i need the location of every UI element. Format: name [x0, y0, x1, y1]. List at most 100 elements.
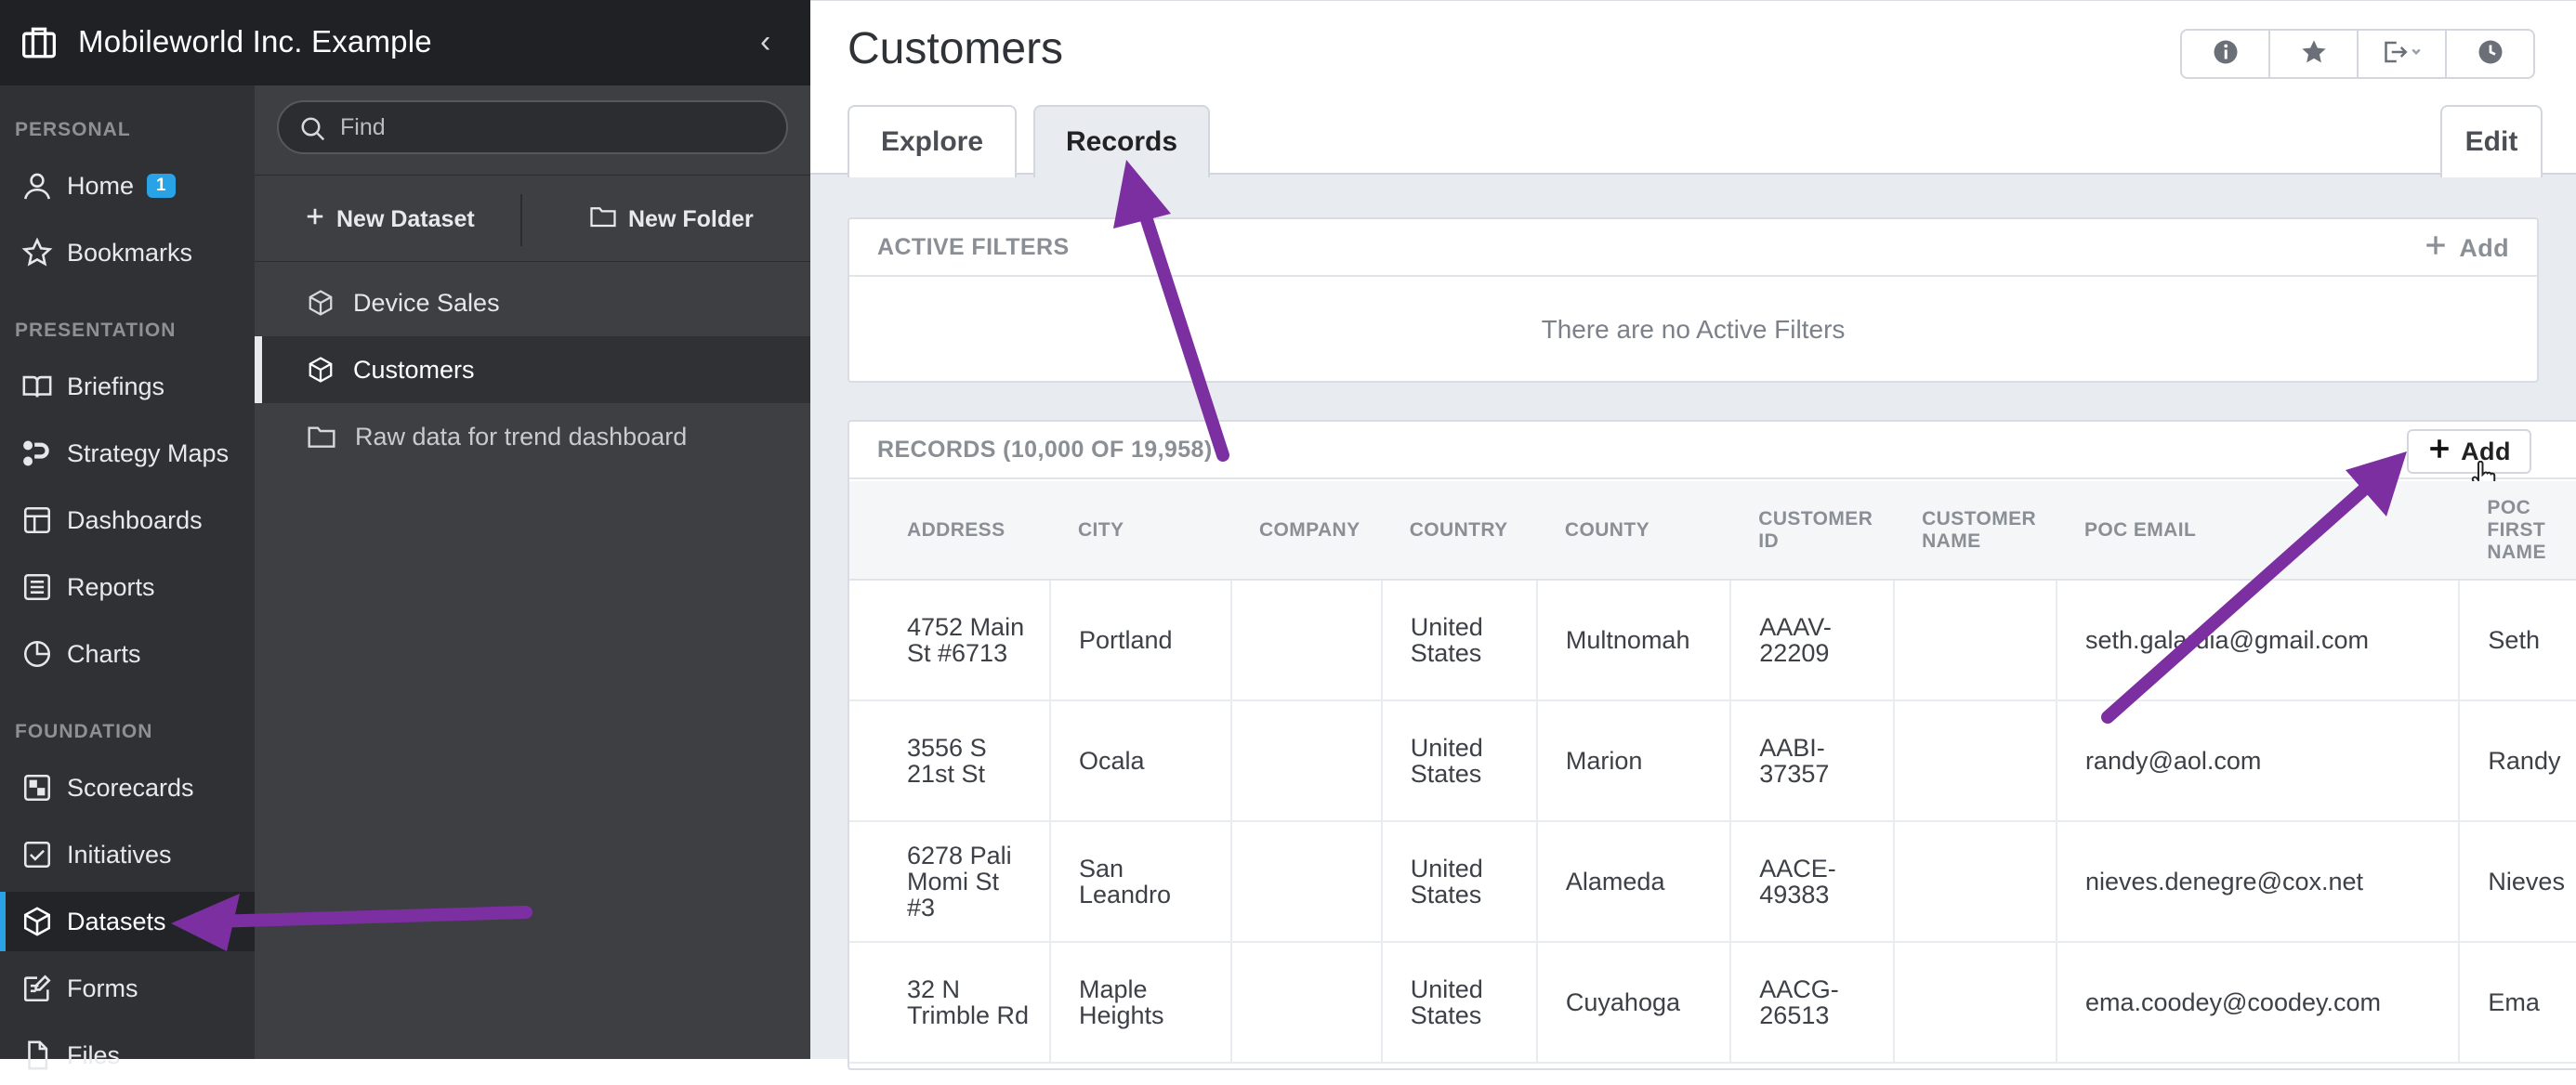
main-content: Customers Explore Records Edit ACTIVE FI… — [810, 0, 2576, 1070]
bookmark-button[interactable] — [2270, 31, 2359, 77]
table-row[interactable]: 32 N Trimble Rd Maple Heights United Sta… — [849, 942, 2576, 1064]
column-header[interactable]: COUNTRY — [1381, 481, 1537, 581]
table-cell: Maple Heights — [1049, 942, 1232, 1064]
find-box[interactable] — [277, 100, 788, 154]
sidebar-item-initiatives[interactable]: Initiatives — [0, 825, 255, 884]
records-card: RECORDS (10,000 OF 19,958) Add ADDRESS C… — [848, 420, 2576, 1070]
table-cell: 6278 Pali Momi St #3 — [849, 821, 1051, 943]
sidebar-item-label: Initiatives — [67, 840, 172, 869]
column-header[interactable]: CUSTOMER ID — [1730, 481, 1895, 581]
sidebar-item-label: Scorecards — [67, 773, 194, 802]
table-cell: Cuyahoga — [1536, 942, 1732, 1064]
column-header[interactable]: CITY — [1049, 481, 1231, 581]
column-header[interactable]: COUNTY — [1536, 481, 1731, 581]
checkbox-icon — [20, 838, 54, 871]
cube-icon — [307, 356, 335, 384]
table-cell: United States — [1381, 700, 1538, 822]
panel-item-customers[interactable]: Customers — [255, 336, 810, 403]
table-cell: randy@aol.com — [2056, 700, 2461, 822]
edit-button[interactable]: Edit — [2440, 105, 2543, 177]
column-header[interactable]: ADDRESS — [849, 481, 1050, 581]
sidebar-item-strategy-maps[interactable]: Strategy Maps — [0, 424, 255, 483]
form-icon — [20, 972, 54, 1005]
report-icon — [20, 570, 54, 604]
sidebar-item-home[interactable]: Home 1 — [0, 156, 255, 216]
cube-icon — [20, 905, 54, 938]
active-filters-header: ACTIVE FILTERS Add — [849, 219, 2537, 277]
table-cell: Ema — [2459, 942, 2576, 1064]
tab-explore[interactable]: Explore — [848, 105, 1017, 177]
table-cell: Seth — [2459, 580, 2576, 701]
sidebar-item-label: Briefings — [67, 372, 165, 400]
history-button[interactable] — [2447, 31, 2533, 77]
column-header[interactable]: POC EMAIL — [2056, 481, 2460, 581]
panel-item-raw-data-folder[interactable]: Raw data for trend dashboard — [255, 403, 810, 470]
table-row[interactable]: 4752 Main St #6713 Portland United State… — [849, 580, 2576, 701]
dataset-browser-panel: New Dataset New Folder Device Sales Cust… — [255, 85, 810, 1059]
collapse-sidebar-icon[interactable]: ‹ — [760, 24, 770, 60]
table-cell: ema.coodey@coodey.com — [2056, 942, 2461, 1064]
info-icon — [2212, 38, 2240, 71]
add-filter-label: Add — [2459, 233, 2509, 262]
new-dataset-button[interactable]: New Dataset — [305, 176, 475, 263]
notification-badge: 1 — [147, 174, 176, 198]
new-dataset-label: New Dataset — [336, 205, 475, 232]
sidebar-section-presentation: PRESENTATION — [15, 320, 177, 341]
panel-item-label: Customers — [353, 355, 475, 384]
active-filters-card: ACTIVE FILTERS Add There are no Active F… — [848, 217, 2539, 383]
table-row[interactable]: 3556 S 21st St Ocala United States Mario… — [849, 700, 2576, 822]
sidebar-item-reports[interactable]: Reports — [0, 557, 255, 617]
tab-records[interactable]: Records — [1033, 105, 1210, 177]
table-cell: seth.galardia@gmail.com — [2056, 580, 2461, 701]
panel-item-label: Device Sales — [353, 288, 500, 317]
table-cell: Multnomah — [1536, 580, 1732, 701]
add-filter-button[interactable]: Add — [2424, 219, 2509, 277]
add-record-button[interactable]: Add — [2407, 429, 2531, 474]
search-icon — [299, 115, 327, 148]
sidebar-item-bookmarks[interactable]: Bookmarks — [0, 223, 255, 282]
dashboard-icon — [20, 503, 54, 537]
sidebar-item-charts[interactable]: Charts — [0, 624, 255, 684]
header-toolbar — [2180, 29, 2535, 79]
sidebar-item-briefings[interactable]: Briefings — [0, 357, 255, 416]
table-cell: 3556 S 21st St — [849, 700, 1051, 822]
export-icon — [2381, 38, 2424, 71]
table-cell: Ocala — [1049, 700, 1232, 822]
table-cell: 4752 Main St #6713 — [849, 580, 1051, 701]
table-cell: United States — [1381, 821, 1538, 943]
table-cell — [1230, 821, 1383, 943]
info-button[interactable] — [2182, 31, 2270, 77]
cube-icon — [307, 289, 335, 317]
sidebar-item-forms[interactable]: Forms — [0, 959, 255, 1018]
sidebar-section-personal: PERSONAL — [15, 119, 131, 140]
new-folder-button[interactable]: New Folder — [589, 176, 754, 263]
panel-item-device-sales[interactable]: Device Sales — [255, 269, 810, 336]
sidebar-item-dashboards[interactable]: Dashboards — [0, 490, 255, 550]
table-cell — [1894, 580, 2057, 701]
sidebar-item-scorecards[interactable]: Scorecards — [0, 758, 255, 817]
column-header[interactable]: POC FIRST NAME — [2459, 481, 2576, 581]
table-cell: Marion — [1536, 700, 1732, 822]
table-cell: Nieves — [2459, 821, 2576, 943]
org-header: Mobileworld Inc. Example ‹ — [0, 0, 810, 85]
sidebar-item-files[interactable]: Files — [0, 1026, 255, 1085]
panel-item-label: Raw data for trend dashboard — [355, 422, 688, 451]
find-input[interactable] — [338, 111, 766, 143]
pie-chart-icon — [20, 637, 54, 671]
plus-icon — [2427, 437, 2451, 467]
table-cell: United States — [1381, 580, 1538, 701]
sidebar-item-label: Charts — [67, 639, 141, 668]
new-folder-label: New Folder — [628, 205, 754, 232]
page-title: Customers — [848, 24, 1064, 73]
plus-icon — [305, 206, 325, 233]
export-button[interactable] — [2359, 31, 2447, 77]
table-cell — [1894, 942, 2057, 1064]
column-header[interactable]: CUSTOMER NAME — [1894, 481, 2057, 581]
column-header[interactable]: COMPANY — [1230, 481, 1382, 581]
table-row[interactable]: 6278 Pali Momi St #3 San Leandro United … — [849, 821, 2576, 943]
action-divider — [520, 194, 522, 246]
table-cell: Portland — [1049, 580, 1232, 701]
table-cell: AABI-37357 — [1730, 700, 1896, 822]
sidebar-item-datasets[interactable]: Datasets — [0, 892, 255, 951]
table-cell — [1230, 700, 1383, 822]
